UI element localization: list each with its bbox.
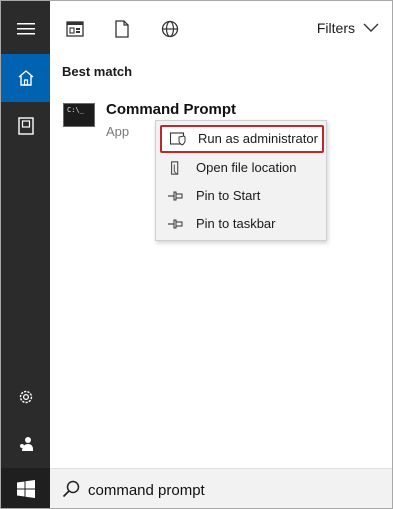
document-icon xyxy=(115,20,129,38)
pin-icon xyxy=(168,219,183,229)
documents-filter-button[interactable] xyxy=(112,19,132,39)
hamburger-menu-button[interactable] xyxy=(1,5,50,53)
search-input[interactable] xyxy=(88,478,368,502)
result-name: Command Prompt xyxy=(106,101,237,118)
people-icon xyxy=(19,437,33,451)
web-filter-button[interactable] xyxy=(160,19,180,39)
people-button[interactable] xyxy=(1,420,50,468)
hamburger-menu-icon xyxy=(16,23,35,35)
windows-logo-icon xyxy=(16,480,35,498)
shield-icon xyxy=(170,132,186,146)
best-match-heading: Best match xyxy=(62,64,133,79)
filter-bar: Filters xyxy=(50,1,392,57)
apps-icon xyxy=(66,21,84,37)
command-prompt-icon: C:\_ xyxy=(63,103,95,127)
search-box xyxy=(50,468,392,508)
home-icon xyxy=(18,70,33,86)
documents-button[interactable] xyxy=(1,102,50,150)
search-icon xyxy=(62,480,80,498)
file-location-icon xyxy=(171,161,179,175)
menu-item-pin-to-start[interactable]: Pin to Start xyxy=(156,182,326,210)
documents-icon xyxy=(17,117,34,135)
start-button[interactable] xyxy=(1,468,50,508)
filters-dropdown[interactable]: Filters xyxy=(317,20,379,36)
menu-item-pin-to-taskbar[interactable]: Pin to taskbar xyxy=(156,210,326,238)
home-button[interactable] xyxy=(1,54,50,102)
pin-icon xyxy=(168,191,183,201)
settings-icon xyxy=(19,390,32,404)
result-type: App xyxy=(106,124,130,139)
context-menu: Run as administrator Open file location … xyxy=(155,120,327,241)
menu-item-open-file-location[interactable]: Open file location xyxy=(156,154,326,182)
filters-label: Filters xyxy=(316,20,355,36)
settings-button[interactable] xyxy=(1,373,50,421)
left-rail xyxy=(1,1,50,508)
web-icon xyxy=(161,20,179,38)
chevron-down-icon xyxy=(363,23,379,32)
apps-filter-button[interactable] xyxy=(65,19,85,39)
menu-item-run-as-administrator[interactable]: Run as administrator xyxy=(160,125,324,153)
start-search-window: Filters Best match C:\_ Command Prompt A… xyxy=(0,0,393,509)
